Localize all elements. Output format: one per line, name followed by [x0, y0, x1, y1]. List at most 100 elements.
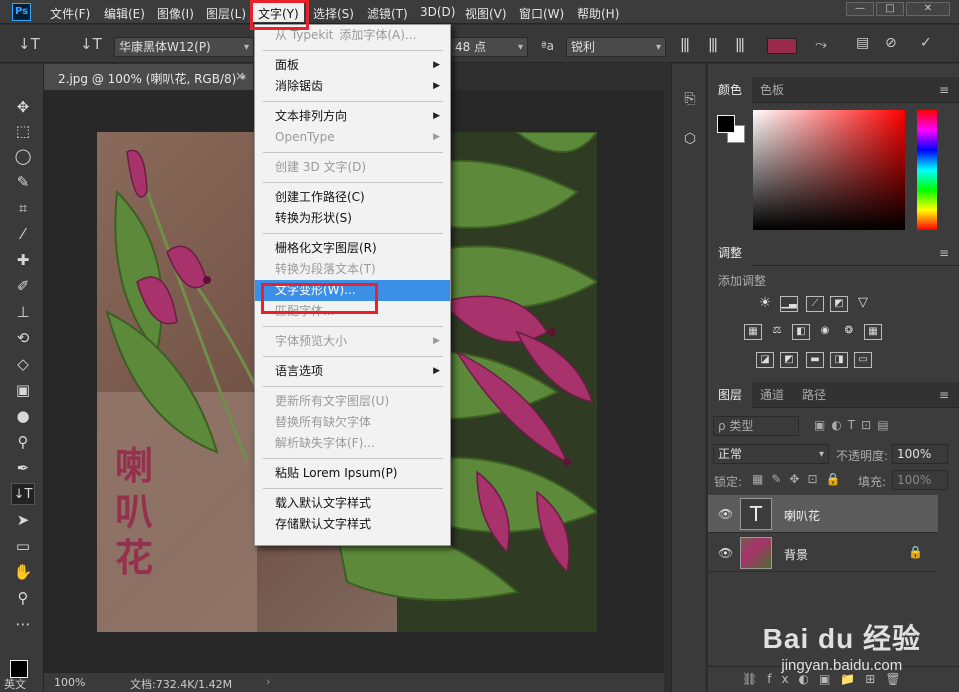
dropdown-item[interactable]: 消除锯齿 ▶: [255, 76, 450, 97]
layer-filter-icons[interactable]: ▣◐T⊡▤: [814, 418, 895, 432]
menu-item[interactable]: 滤镜(T): [367, 5, 408, 22]
blend-mode-select[interactable]: 正常 ▾: [713, 444, 829, 464]
rectangle-tool-icon[interactable]: ▭: [11, 535, 35, 557]
selective-color-icon[interactable]: ▭: [854, 352, 872, 368]
layer-row[interactable]: 👁 背景 🔒: [708, 534, 938, 572]
stamp-tool-icon[interactable]: ⊥: [11, 301, 35, 323]
close-window-button[interactable]: ✕: [906, 2, 950, 16]
panel-menu-icon[interactable]: ≡: [939, 83, 949, 97]
lock-icons[interactable]: ▦✎✥⊡🔒: [752, 472, 848, 486]
dropdown-item[interactable]: 语言选项 ▶: [255, 361, 450, 382]
align-right-icon[interactable]: |||: [735, 37, 755, 55]
tab-channels[interactable]: 通道: [750, 382, 794, 408]
align-left-icon[interactable]: |||: [680, 37, 700, 55]
zoom-level[interactable]: 100%: [54, 676, 85, 689]
font-size-select[interactable]: 48 点 ▾: [450, 37, 528, 57]
font-family-select[interactable]: 华康黑体W12(P) ▾: [114, 37, 254, 57]
document-tab[interactable]: 2.jpg @ 100% (喇叭花, RGB/8) * ×: [44, 64, 254, 90]
opacity-field[interactable]: 100%: [892, 444, 948, 464]
hue-slider[interactable]: [917, 110, 937, 230]
panel-menu-icon[interactable]: ≡: [939, 246, 949, 260]
threshold-icon[interactable]: ▬: [806, 352, 824, 368]
marquee-tool-icon[interactable]: ⬚: [11, 120, 35, 142]
blur-tool-icon[interactable]: ●: [11, 405, 35, 427]
path-select-icon[interactable]: ➤: [11, 509, 35, 531]
dropdown-item[interactable]: 栅格化文字图层(R): [255, 238, 450, 259]
menu-item[interactable]: 3D(D): [420, 5, 455, 19]
maximize-button[interactable]: □: [876, 2, 904, 16]
menu-item[interactable]: 选择(S): [313, 5, 354, 22]
dropdown-item[interactable]: 创建工作路径(C): [255, 187, 450, 208]
layer-name[interactable]: 背景: [784, 546, 808, 563]
layer-row[interactable]: 👁 T 喇叭花: [708, 495, 938, 533]
color-picker-field[interactable]: [753, 110, 905, 230]
healing-brush-icon[interactable]: ✚: [11, 249, 35, 271]
menu-item[interactable]: 文字(Y): [253, 2, 304, 22]
tool-preset-icon[interactable]: ↓T: [18, 35, 40, 53]
menu-item[interactable]: 图层(L): [206, 5, 246, 22]
invert-icon[interactable]: ◪: [756, 352, 774, 368]
dropdown-item[interactable]: 存储默认文字样式: [255, 514, 450, 535]
character-panel-icon[interactable]: ▤: [856, 35, 869, 51]
3d-panel-icon[interactable]: ⬡: [679, 128, 701, 150]
dropdown-item[interactable]: 转换为形状(S): [255, 208, 450, 229]
menu-item[interactable]: 图像(I): [157, 5, 194, 22]
eyedropper-tool-icon[interactable]: ⁄: [11, 223, 35, 245]
tab-swatches[interactable]: 色板: [750, 77, 794, 103]
menu-item[interactable]: 编辑(E): [104, 5, 145, 22]
tab-paths[interactable]: 路径: [792, 382, 836, 408]
dropdown-item[interactable]: 面板 ▶: [255, 55, 450, 76]
zoom-tool-icon[interactable]: ⚲: [11, 587, 35, 609]
layer-filter-select[interactable]: ρ 类型: [713, 416, 799, 436]
dropdown-item[interactable]: 文字变形(W)...: [255, 280, 450, 301]
brush-tool-icon[interactable]: ✐: [11, 275, 35, 297]
tab-layers[interactable]: 图层: [708, 382, 753, 408]
lasso-tool-icon[interactable]: ◯: [11, 145, 35, 167]
photo-filter-icon[interactable]: ◉: [816, 324, 834, 340]
posterize-icon[interactable]: ◩: [780, 352, 798, 368]
eraser-tool-icon[interactable]: ◇: [11, 353, 35, 375]
brightness-icon[interactable]: ☀: [756, 296, 774, 312]
color-lookup-icon[interactable]: ▦: [864, 324, 882, 340]
hand-tool-icon[interactable]: ✋: [11, 561, 35, 583]
fill-field[interactable]: 100%: [892, 470, 948, 490]
vibrance-icon[interactable]: ▽: [854, 296, 872, 312]
commit-icon[interactable]: ✓: [920, 35, 932, 51]
black-white-icon[interactable]: ◧: [792, 324, 810, 340]
input-language[interactable]: 英文: [4, 676, 26, 692]
close-icon[interactable]: ×: [235, 69, 245, 83]
menu-item[interactable]: 视图(V): [465, 5, 507, 22]
history-panel-icon[interactable]: ⎘: [679, 88, 701, 110]
minimize-button[interactable]: —: [846, 2, 874, 16]
cancel-icon[interactable]: ⊘: [885, 35, 897, 51]
antialias-select[interactable]: 锐利 ▾: [566, 37, 666, 57]
dropdown-item[interactable]: 粘贴 Lorem Ipsum(P): [255, 463, 450, 484]
warp-text-icon[interactable]: ⤳: [815, 35, 827, 53]
channel-mixer-icon[interactable]: ❂: [840, 324, 858, 340]
color-balance-icon[interactable]: ⚖: [768, 324, 786, 340]
levels-icon[interactable]: ▁▃: [780, 296, 798, 312]
menu-item[interactable]: 窗口(W): [519, 5, 564, 22]
layer-name[interactable]: 喇叭花: [784, 507, 820, 524]
move-tool-icon[interactable]: ✥: [11, 96, 35, 118]
more-tools-icon[interactable]: ⋯: [11, 613, 35, 635]
pen-tool-icon[interactable]: ✒: [11, 457, 35, 479]
type-tool-icon[interactable]: ↓T: [11, 483, 35, 505]
panel-menu-icon[interactable]: ≡: [939, 388, 949, 402]
gradient-map-icon[interactable]: ◨: [830, 352, 848, 368]
gradient-tool-icon[interactable]: ▣: [11, 379, 35, 401]
dropdown-item[interactable]: 载入默认文字样式: [255, 493, 450, 514]
dropdown-item[interactable]: 文本排列方向 ▶: [255, 106, 450, 127]
history-brush-icon[interactable]: ⟲: [11, 327, 35, 349]
text-orientation-icon[interactable]: ↓T: [80, 35, 102, 53]
dodge-tool-icon[interactable]: ⚲: [11, 431, 35, 453]
hue-saturation-icon[interactable]: ▦: [744, 324, 762, 340]
menu-item[interactable]: 帮助(H): [577, 5, 619, 22]
menu-item[interactable]: 文件(F): [50, 5, 90, 22]
eye-icon[interactable]: 👁: [718, 546, 733, 560]
align-center-icon[interactable]: |||: [708, 37, 728, 55]
tab-adjustments[interactable]: 调整: [708, 240, 753, 266]
exposure-icon[interactable]: ◩: [830, 296, 848, 312]
status-arrow-icon[interactable]: ›: [266, 675, 270, 688]
tab-color[interactable]: 颜色: [708, 77, 753, 103]
